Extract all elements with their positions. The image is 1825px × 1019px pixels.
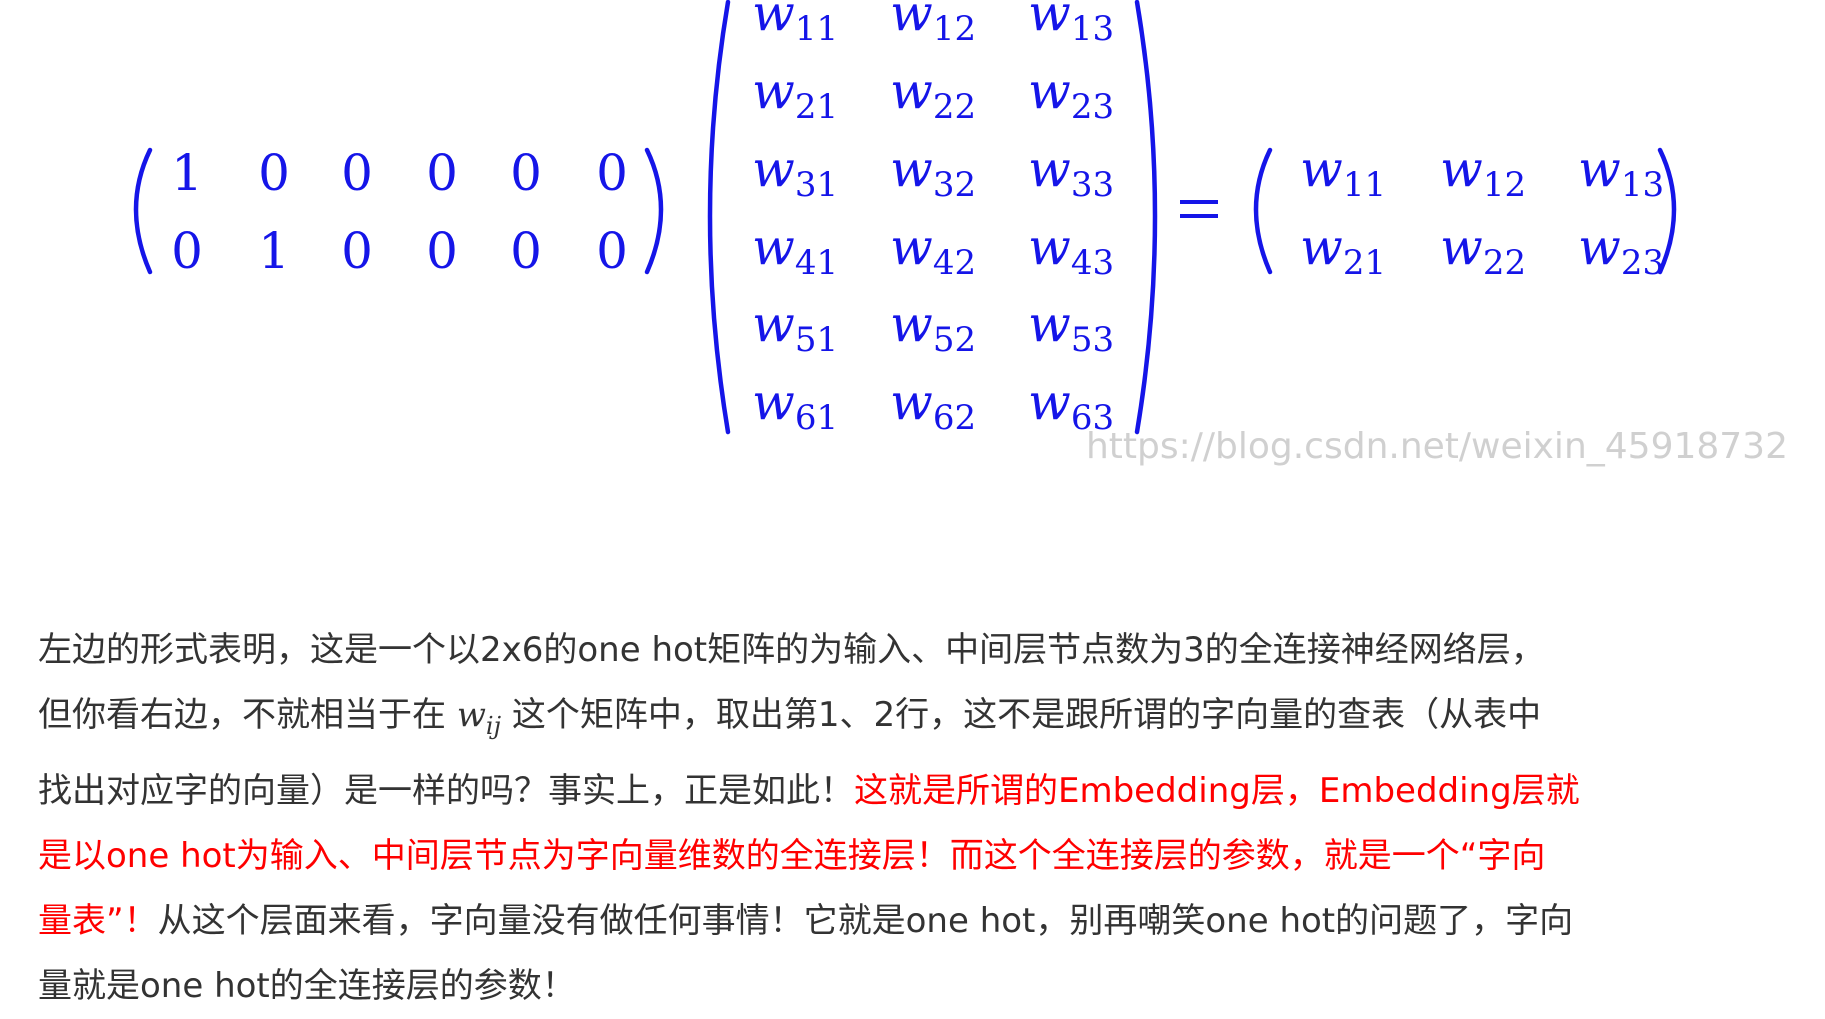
weight-cell-r2-c2: w22 [890,62,976,127]
onehot-cell-r2-c6: 0 [596,222,628,280]
paragraph-line-2: 但你看右边，不就相当于在 wij 这个矩阵中，取出第1、2行，这不是跟所谓的字向… [38,683,1818,759]
onehot-cell-r2-c1: 0 [171,222,203,280]
onehot-left-paren [133,147,153,275]
highlight-text-end: 量表”！ [38,901,158,941]
onehot-cell-r1-c3: 0 [341,144,373,202]
explanation-paragraph: 左边的形式表明，这是一个以2x6的one hot矩阵的为输入、中间层节点数为3的… [38,618,1818,1019]
result-cell-r1-c3: w13 [1578,140,1664,205]
inline-var-base: w [456,695,486,735]
line-2-before: 但你看右边，不就相当于在 [38,695,457,735]
line-2-after: 这个矩阵中，取出第1、2行，这不是跟所谓的字向量的查表（从表中 [501,695,1542,735]
weight-cell-r3-c1: w31 [752,140,838,205]
onehot-matrix: 1 0 0 0 0 00 1 0 0 0 0 [171,144,628,280]
weight-cell-r1-c3: w13 [1028,0,1114,49]
paragraph-line-5: 量表”！从这个层面来看，字向量没有做任何事情！它就是one hot，别再嘲笑on… [38,889,1818,954]
weight-cell-r2-c1: w21 [752,62,838,127]
result-cell-r2-c2: w22 [1440,218,1526,283]
result-cell-r1-c1: w11 [1300,140,1386,205]
weight-cell-r3-c2: w32 [890,140,976,205]
weight-cell-r4-c3: w43 [1028,218,1114,283]
weight-cell-r6-c2: w62 [890,373,976,438]
weight-cell-r1-c1: w11 [752,0,838,49]
weight-cell-r5-c1: w51 [752,295,838,360]
weight-right-paren [1134,0,1158,435]
highlight-text: 这就是所谓的Embedding层，Embedding层就 [854,771,1580,811]
result-cell-r2-c1: w21 [1300,218,1386,283]
weight-cell-r4-c1: w41 [752,218,838,283]
onehot-cell-r2-c2: 1 [258,222,290,280]
onehot-cell-r2-c3: 0 [341,222,373,280]
paragraph-line-4: 是以one hot为输入、中间层节点为字向量维数的全连接层！而这个全连接层的参数… [38,836,1546,876]
result-matrix: w11 w12 w13 w21 w22 w23 [1300,140,1664,283]
weight-cell-r5-c2: w52 [890,295,976,360]
paragraph-line-3: 找出对应字的向量）是一样的吗？事实上，正是如此！这就是所谓的Embedding层… [38,759,1818,824]
onehot-cell-r2-c4: 0 [426,222,458,280]
weight-cell-r2-c3: w23 [1028,62,1114,127]
watermark-url: https://blog.csdn.net/weixin_45918732 [1086,426,1788,467]
onehot-cell-r2-c5: 0 [510,222,542,280]
result-cell-r1-c2: w12 [1440,140,1526,205]
weight-matrix: w11 w12 w13 w21 w22 w23 w31 w32 w33 w41 w42 w43 w51 w… [752,0,1114,438]
weight-cell-r5-c3: w53 [1028,295,1114,360]
weight-cell-r4-c2: w42 [890,218,976,283]
onehot-cell-r1-c4: 0 [426,144,458,202]
weight-left-paren [707,0,731,435]
weight-cell-r6-c1: w61 [752,373,838,438]
result-left-paren [1253,147,1273,275]
onehot-cell-r1-c2: 0 [258,144,290,202]
result-cell-r2-c3: w23 [1578,218,1664,283]
onehot-right-paren [644,147,664,275]
onehot-cell-r1-c5: 0 [510,144,542,202]
inline-var-subscript: ij [485,712,502,740]
matrix-equation-figure: 1 0 0 0 0 00 1 0 0 0 0 w11 w12 w13w21 w22 w23w31 w32 w33… [133,0,1788,467]
paragraph-line-6: 量就是one hot的全连接层的参数！ [38,966,576,1006]
weight-cell-r1-c2: w12 [890,0,976,49]
paragraph-line-1: 左边的形式表明，这是一个以2x6的one hot矩阵的为输入、中间层节点数为3的… [38,630,1545,670]
onehot-cell-r1-c6: 0 [596,144,628,202]
line-3-normal: 找出对应字的向量）是一样的吗？事实上，正是如此！ [38,771,854,811]
inline-variable-wij: wij [456,695,501,740]
weight-cell-r3-c3: w33 [1028,140,1114,205]
onehot-cell-r1-c1: 1 [171,144,203,202]
line-5-normal: 从这个层面来看，字向量没有做任何事情！它就是one hot，别再嘲笑one ho… [157,901,1574,941]
